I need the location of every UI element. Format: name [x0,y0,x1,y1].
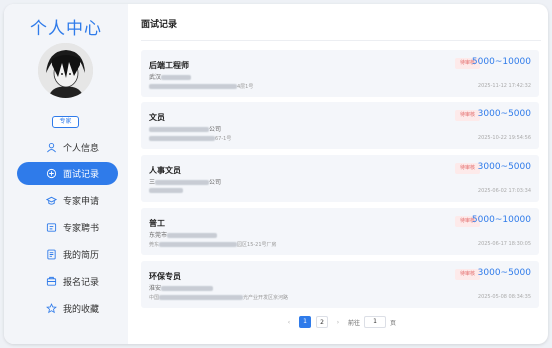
company-name: 东莞市 [149,230,218,239]
interview-record-card[interactable]: 环保专员 淮安 中国 光产业开发区京河路 待审核 3000~5000 2025-0… [141,261,539,308]
salary-range: 3000~5000 [477,162,531,172]
sidebar-item-interviews[interactable]: 面试记录 [17,162,118,185]
interview-record-card[interactable]: 后端工程师 武汉 4层1号 待审核 5000~10000 2025-11-12 … [141,50,539,97]
job-title: 文员 [149,113,165,122]
sidebar-item-label: 报名记录 [63,278,100,288]
star-icon [46,303,57,314]
user-icon [46,142,57,153]
sidebar-item-label: 专家聘书 [63,224,100,234]
company-address [149,188,183,194]
sidebar-item-label: 我的简历 [63,251,100,261]
interview-icon [46,168,57,179]
status-badge: 待审核 [455,163,480,174]
page-button-1[interactable]: 1 [299,316,311,328]
job-title: 环保专员 [149,272,181,281]
prev-page-button[interactable]: ‹ [284,319,294,326]
job-title: 后端工程师 [149,61,189,70]
avatar-image-icon [38,43,93,98]
page-unit-label: 页 [390,319,397,327]
resume-icon [46,249,57,260]
sidebar: 个人中心 专家 个人信息 面试记录 专家申请 专家聘书 我的简历 报名记录 我的… [4,4,128,344]
sidebar-item-resume[interactable]: 我的简历 [17,243,118,266]
main-content: 面试记录 后端工程师 武汉 4层1号 待审核 5000~10000 2025-1… [128,4,548,344]
sidebar-item-label: 个人信息 [63,144,100,154]
company-address: 67-1号 [149,135,231,142]
company-address: 4层1号 [149,83,253,90]
page-button-2[interactable]: 2 [316,316,328,328]
avatar[interactable] [38,43,93,98]
sidebar-item-label: 面试记录 [63,170,100,180]
status-badge: 待审核 [455,269,480,280]
sidebar-item-signup-records[interactable]: 报名记录 [17,270,118,293]
certificate-icon [46,222,57,233]
sidebar-item-label: 专家申请 [63,197,100,207]
record-time: 2025-05-08 08:34:35 [477,294,531,300]
job-title: 普工 [149,219,165,228]
interview-record-card[interactable]: 人事文员 三公司 待审核 3000~5000 2025-06-02 17:03:… [141,155,539,202]
salary-range: 3000~5000 [477,109,531,119]
divider [141,40,541,41]
sidebar-item-expert-certificate[interactable]: 专家聘书 [17,216,118,239]
salary-range: 3000~5000 [477,268,531,278]
page-title: 面试记录 [141,20,178,30]
expert-badge: 专家 [52,116,79,128]
company-name: 三公司 [149,179,222,186]
sidebar-item-expert-apply[interactable]: 专家申请 [17,189,118,212]
pagination: ‹ 1 2 › 前往 1 页 [284,315,396,329]
interview-record-card[interactable]: 文员 公司 67-1号 待审核 3000~5000 2025-10-22 19:… [141,102,539,149]
record-time: 2025-10-22 19:54:56 [477,135,531,141]
record-time: 2025-06-17 18:30:05 [477,241,531,247]
sidebar-item-favorites[interactable]: 我的收藏 [17,297,118,320]
interview-record-card[interactable]: 普工 东莞市 莞东 园区15-21号厂房 待审核 5000~10000 2025-… [141,208,539,255]
salary-range: 5000~10000 [471,57,531,67]
record-time: 2025-06-02 17:03:34 [477,188,531,194]
job-title: 人事文员 [149,166,181,175]
record-time: 2025-11-12 17:42:32 [477,83,531,89]
sidebar-item-label: 我的收藏 [63,305,100,315]
signup-icon [46,276,57,287]
sidebar-item-profile[interactable]: 个人信息 [17,136,118,159]
company-name: 公司 [149,124,221,133]
status-badge: 待审核 [455,110,480,121]
company-address: 莞东 园区15-21号厂房 [149,242,277,248]
next-page-button[interactable]: › [333,319,343,326]
salary-range: 5000~10000 [471,215,531,225]
company-address: 中国 光产业开发区京河路 [149,295,289,301]
company-name: 淮安 [149,283,214,292]
goto-label: 前往 [348,319,361,327]
company-name: 武汉 [149,72,192,81]
cap-icon [46,195,57,206]
sidebar-title: 个人中心 [30,19,102,39]
goto-page-input[interactable]: 1 [364,316,387,328]
app-window: 个人中心 专家 个人信息 面试记录 专家申请 专家聘书 我的简历 报名记录 我的… [4,4,548,344]
